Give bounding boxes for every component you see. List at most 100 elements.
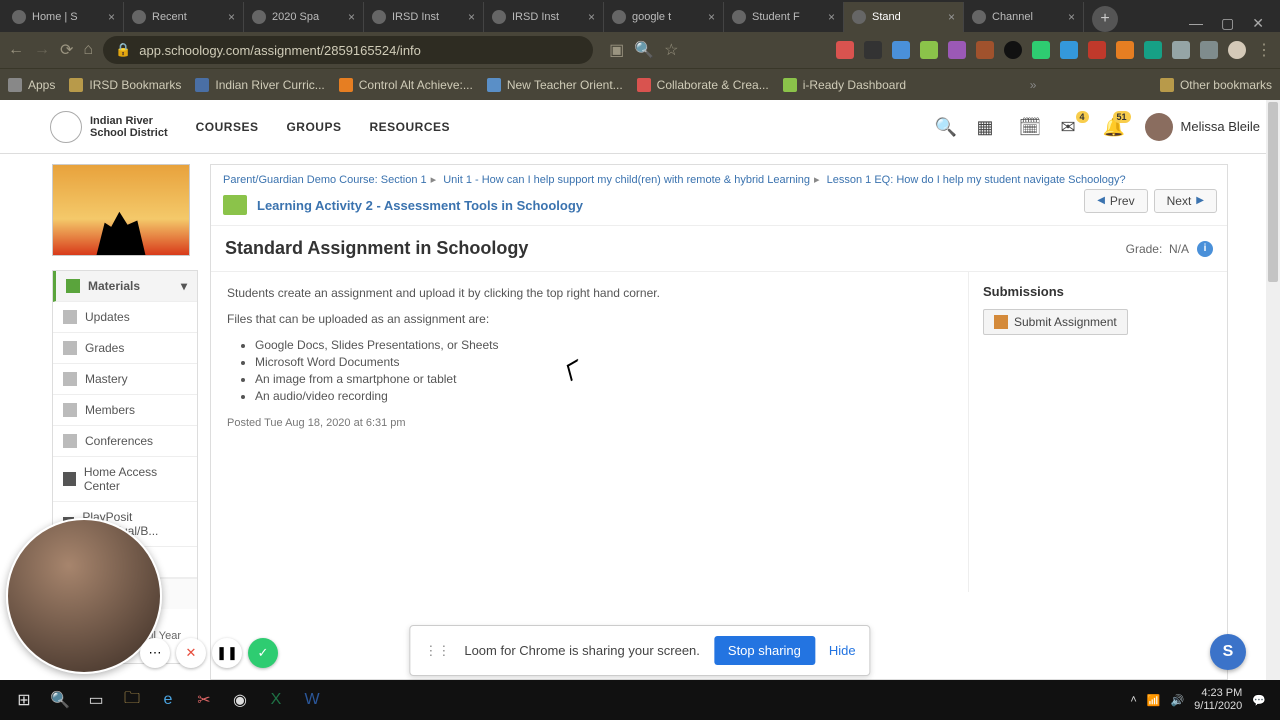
home-icon[interactable]: ⌂: [83, 41, 93, 59]
close-icon[interactable]: ×: [468, 10, 475, 24]
camera-icon[interactable]: ▣: [609, 40, 624, 60]
breadcrumb-link[interactable]: Lesson 1 EQ: How do I help my student na…: [827, 174, 1126, 186]
mail-icon[interactable]: ✉4: [1061, 117, 1081, 137]
extension-icon[interactable]: [920, 41, 938, 59]
hide-share-bar-button[interactable]: Hide: [829, 643, 856, 658]
search-icon[interactable]: 🔍: [935, 117, 955, 137]
menu-icon[interactable]: ⋮: [1256, 40, 1272, 60]
excel-icon[interactable]: X: [258, 684, 294, 716]
browser-tab[interactable]: Channel×: [964, 2, 1084, 32]
extension-icon[interactable]: [1172, 41, 1190, 59]
browser-tab[interactable]: google t×: [604, 2, 724, 32]
reload-icon[interactable]: ⟳: [60, 40, 73, 60]
prev-button[interactable]: ◀Prev: [1084, 189, 1147, 213]
tray-network-icon[interactable]: 📶: [1147, 694, 1161, 707]
ie-icon[interactable]: e: [150, 684, 186, 716]
chrome-icon[interactable]: ◉: [222, 684, 258, 716]
close-icon[interactable]: ×: [708, 10, 715, 24]
browser-tab[interactable]: Recent×: [124, 2, 244, 32]
window-maximize-icon[interactable]: ▢: [1221, 15, 1234, 32]
browser-tab[interactable]: IRSD Inst×: [484, 2, 604, 32]
zoom-icon[interactable]: 🔍: [634, 40, 654, 60]
bell-icon[interactable]: 🔔51: [1103, 117, 1123, 137]
extension-icon[interactable]: [892, 41, 910, 59]
close-icon[interactable]: ×: [828, 10, 835, 24]
breadcrumb-link[interactable]: Unit 1 - How can I help support my child…: [443, 174, 810, 186]
bookmark-item[interactable]: Control Alt Achieve:...: [339, 78, 473, 92]
tray-chevron-icon[interactable]: ˄: [1130, 694, 1136, 706]
extension-icon[interactable]: [864, 41, 882, 59]
share-handle-icon[interactable]: ⋮⋮: [424, 643, 450, 659]
course-thumbnail[interactable]: [52, 164, 190, 256]
sidebar-item-grades[interactable]: Grades: [53, 333, 197, 364]
file-explorer-icon[interactable]: 🗀: [114, 684, 150, 716]
extension-icon[interactable]: [948, 41, 966, 59]
folder-link[interactable]: Learning Activity 2 - Assessment Tools i…: [211, 191, 1227, 226]
task-view-button[interactable]: ▭: [78, 684, 114, 716]
nav-courses[interactable]: COURSES: [196, 120, 259, 134]
calendar-icon[interactable]: 🗓: [1019, 117, 1039, 137]
loom-webcam-bubble[interactable]: [6, 518, 162, 674]
loom-done-button[interactable]: ✓: [248, 638, 278, 668]
nav-groups[interactable]: GROUPS: [286, 120, 341, 134]
word-icon[interactable]: W: [294, 684, 330, 716]
bookmark-item[interactable]: Collaborate & Crea...: [637, 78, 769, 92]
bookmark-item[interactable]: Apps: [8, 78, 55, 92]
page-scrollbar[interactable]: [1266, 100, 1280, 680]
url-input[interactable]: 🔒 app.schoology.com/assignment/285916552…: [103, 36, 593, 64]
close-icon[interactable]: ×: [348, 10, 355, 24]
sidebar-item-materials[interactable]: Materials▾: [53, 271, 197, 302]
browser-tab[interactable]: Home | S×: [4, 2, 124, 32]
extension-icon[interactable]: [1088, 41, 1106, 59]
system-clock[interactable]: 4:23 PM 9/11/2020: [1194, 687, 1242, 713]
window-minimize-icon[interactable]: —: [1189, 15, 1203, 32]
extension-icon[interactable]: [1060, 41, 1078, 59]
tray-notifications-icon[interactable]: 💬: [1252, 694, 1266, 707]
new-tab-button[interactable]: +: [1092, 6, 1118, 32]
close-icon[interactable]: ×: [948, 10, 955, 24]
breadcrumb-link[interactable]: Parent/Guardian Demo Course: Section 1: [223, 174, 427, 186]
window-close-icon[interactable]: ✕: [1252, 15, 1264, 32]
other-bookmarks[interactable]: Other bookmarks: [1160, 78, 1272, 92]
extension-icon[interactable]: [836, 41, 854, 59]
browser-tab-active[interactable]: Stand×: [844, 2, 964, 32]
next-button[interactable]: Next▶: [1154, 189, 1217, 213]
bookmark-overflow-icon[interactable]: »: [1030, 78, 1037, 92]
browser-tab[interactable]: IRSD Inst×: [364, 2, 484, 32]
extension-icon[interactable]: [1116, 41, 1134, 59]
stop-sharing-button[interactable]: Stop sharing: [714, 636, 815, 665]
profile-avatar-icon[interactable]: [1228, 41, 1246, 59]
extension-icon[interactable]: [976, 41, 994, 59]
loom-cancel-button[interactable]: ✕: [176, 638, 206, 668]
close-icon[interactable]: ×: [1068, 10, 1075, 24]
submit-assignment-button[interactable]: Submit Assignment: [983, 309, 1128, 335]
district-logo[interactable]: Indian River School District: [50, 111, 168, 143]
bookmark-item[interactable]: New Teacher Orient...: [487, 78, 623, 92]
info-icon[interactable]: i: [1197, 241, 1213, 257]
nav-resources[interactable]: RESOURCES: [369, 120, 450, 134]
bookmark-item[interactable]: i-Ready Dashboard: [783, 78, 906, 92]
close-icon[interactable]: ×: [588, 10, 595, 24]
bookmark-item[interactable]: Indian River Curric...: [195, 78, 324, 92]
loom-more-button[interactable]: ⋯: [140, 638, 170, 668]
browser-tab[interactable]: 2020 Spa×: [244, 2, 364, 32]
back-icon[interactable]: ←: [8, 41, 24, 59]
bookmark-item[interactable]: IRSD Bookmarks: [69, 78, 181, 92]
sidebar-item-members[interactable]: Members: [53, 395, 197, 426]
sidebar-item-mastery[interactable]: Mastery: [53, 364, 197, 395]
tray-volume-icon[interactable]: 🔊: [1170, 694, 1184, 707]
sidebar-item-hac[interactable]: Home Access Center: [53, 457, 197, 502]
close-icon[interactable]: ×: [228, 10, 235, 24]
apps-grid-icon[interactable]: ▦: [977, 117, 997, 137]
schoology-fab[interactable]: S: [1210, 634, 1246, 670]
extension-icon[interactable]: [1032, 41, 1050, 59]
star-icon[interactable]: ☆: [664, 40, 678, 60]
search-button[interactable]: 🔍: [42, 684, 78, 716]
browser-tab[interactable]: Student F×: [724, 2, 844, 32]
extension-icon[interactable]: [1144, 41, 1162, 59]
extension-icon[interactable]: [1200, 41, 1218, 59]
loom-pause-button[interactable]: ❚❚: [212, 638, 242, 668]
extension-icon[interactable]: [1004, 41, 1022, 59]
close-icon[interactable]: ×: [108, 10, 115, 24]
sidebar-item-updates[interactable]: Updates: [53, 302, 197, 333]
